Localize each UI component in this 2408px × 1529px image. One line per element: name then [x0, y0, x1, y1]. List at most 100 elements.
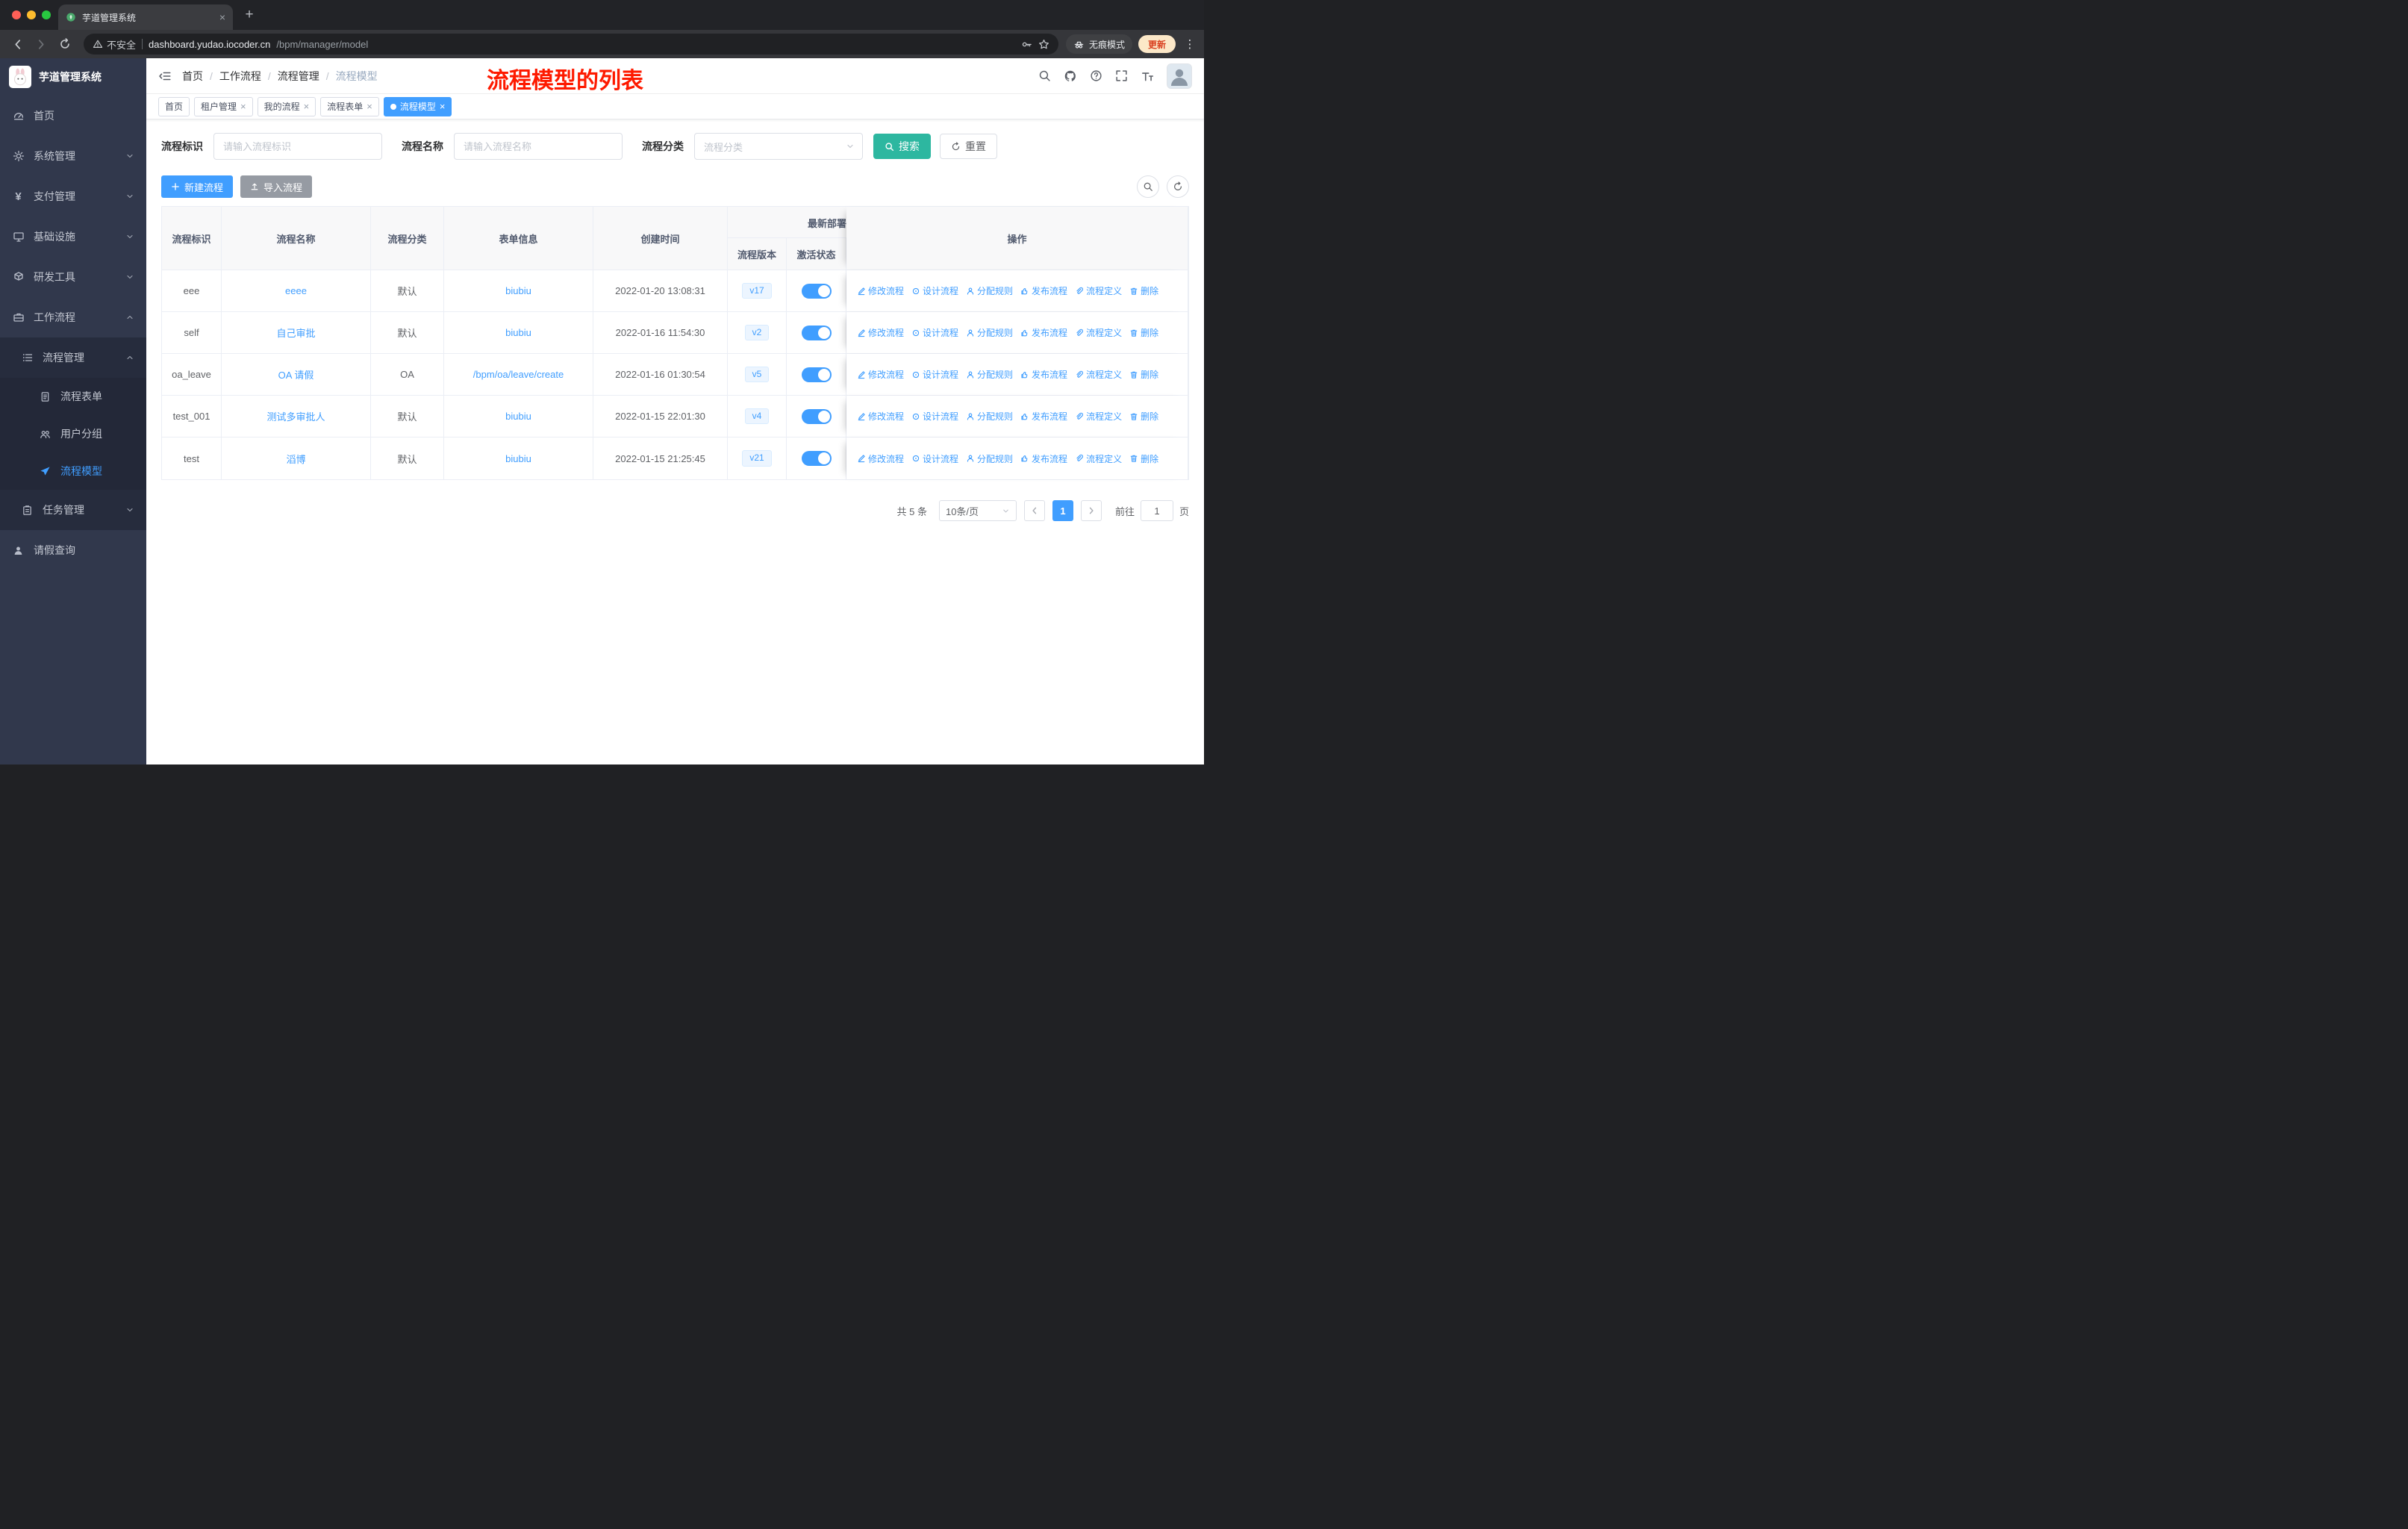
form-link[interactable]: biubiu — [505, 327, 531, 338]
op-edit-link[interactable]: 修改流程 — [857, 368, 904, 381]
reset-button[interactable]: 重置 — [940, 134, 997, 159]
sidebar-item-payment[interactable]: ¥ 支付管理 — [0, 176, 146, 217]
process-name-input[interactable] — [454, 133, 623, 160]
goto-page-input[interactable] — [1140, 500, 1173, 521]
reload-button[interactable] — [54, 33, 76, 55]
op-assign-link[interactable]: 分配规则 — [966, 452, 1013, 465]
breadcrumb-item[interactable]: 工作流程 — [219, 69, 261, 84]
op-del-link[interactable]: 删除 — [1129, 368, 1158, 381]
update-button[interactable]: 更新 — [1138, 35, 1176, 53]
breadcrumb-item[interactable]: 首页 — [182, 69, 203, 84]
op-edit-link[interactable]: 修改流程 — [857, 410, 904, 423]
search-button[interactable]: 搜索 — [873, 134, 931, 159]
sidebar-item-infrastructure[interactable]: 基础设施 — [0, 217, 146, 257]
form-link[interactable]: biubiu — [505, 453, 531, 464]
tag-process-model[interactable]: 流程模型 × — [383, 96, 452, 116]
sidebar-item-process-model[interactable]: 流程模型 — [0, 452, 146, 490]
process-name-link[interactable]: eeee — [285, 285, 307, 296]
op-assign-link[interactable]: 分配规则 — [966, 284, 1013, 297]
github-icon[interactable] — [1064, 69, 1077, 83]
op-def-link[interactable]: 流程定义 — [1075, 452, 1122, 465]
sidebar-item-process-form[interactable]: 流程表单 — [0, 378, 146, 415]
current-page[interactable]: 1 — [1052, 500, 1073, 521]
close-icon[interactable]: × — [304, 102, 310, 111]
key-icon[interactable] — [1021, 39, 1032, 50]
op-del-link[interactable]: 删除 — [1129, 284, 1158, 297]
op-assign-link[interactable]: 分配规则 — [966, 326, 1013, 339]
op-edit-link[interactable]: 修改流程 — [857, 452, 904, 465]
active-toggle[interactable] — [801, 325, 832, 340]
process-name-link[interactable]: OA 请假 — [278, 367, 314, 382]
tag-home[interactable]: 首页 — [158, 96, 190, 116]
create-process-button[interactable]: 新建流程 — [161, 175, 234, 198]
sidebar-item-leave-query[interactable]: 请假查询 — [0, 530, 146, 570]
op-deploy-link[interactable]: 发布流程 — [1020, 368, 1067, 381]
new-tab-button[interactable]: + — [239, 4, 260, 25]
active-toggle[interactable] — [801, 451, 832, 466]
close-icon[interactable]: × — [240, 102, 246, 111]
form-link[interactable]: /bpm/oa/leave/create — [473, 369, 564, 380]
op-def-link[interactable]: 流程定义 — [1075, 368, 1122, 381]
op-deploy-link[interactable]: 发布流程 — [1020, 284, 1067, 297]
active-toggle[interactable] — [801, 408, 832, 424]
sidebar-item-home[interactable]: 首页 — [0, 96, 146, 136]
app-logo[interactable]: 芋道管理系统 — [0, 58, 146, 96]
close-icon[interactable]: × — [366, 102, 372, 111]
op-del-link[interactable]: 删除 — [1129, 452, 1158, 465]
op-deploy-link[interactable]: 发布流程 — [1020, 326, 1067, 339]
op-design-link[interactable]: 设计流程 — [911, 326, 958, 339]
back-button[interactable] — [6, 33, 28, 55]
category-select[interactable]: 流程分类 — [694, 133, 863, 160]
browser-tab[interactable]: 芋道管理系统 × — [58, 4, 233, 30]
zoom-window-button[interactable] — [42, 10, 51, 19]
url-bar[interactable]: 不安全 dashboard.yudao.iocoder.cn/bpm/manag… — [84, 34, 1058, 55]
form-link[interactable]: biubiu — [505, 285, 531, 296]
op-design-link[interactable]: 设计流程 — [911, 284, 958, 297]
op-edit-link[interactable]: 修改流程 — [857, 284, 904, 297]
tag-tenant[interactable]: 租户管理 × — [194, 96, 253, 116]
op-deploy-link[interactable]: 发布流程 — [1020, 410, 1067, 423]
close-window-button[interactable] — [12, 10, 21, 19]
prev-page-button[interactable] — [1023, 500, 1045, 521]
forward-button[interactable] — [30, 33, 52, 55]
tag-my-process[interactable]: 我的流程 × — [257, 96, 316, 116]
page-size-select[interactable]: 10条/页 — [938, 500, 1017, 521]
op-deploy-link[interactable]: 发布流程 — [1020, 452, 1067, 465]
sidebar-item-system[interactable]: 系统管理 — [0, 136, 146, 176]
op-design-link[interactable]: 设计流程 — [911, 452, 958, 465]
op-def-link[interactable]: 流程定义 — [1075, 326, 1122, 339]
toggle-search-button[interactable] — [1137, 175, 1159, 198]
tag-process-form[interactable]: 流程表单 × — [320, 96, 379, 116]
form-link[interactable]: biubiu — [505, 411, 531, 422]
fullscreen-icon[interactable] — [1115, 69, 1128, 82]
op-del-link[interactable]: 删除 — [1129, 410, 1158, 423]
sidebar-collapse-icon[interactable] — [158, 69, 172, 83]
op-edit-link[interactable]: 修改流程 — [857, 326, 904, 339]
active-toggle[interactable] — [801, 367, 832, 382]
close-icon[interactable]: × — [440, 102, 446, 111]
op-design-link[interactable]: 设计流程 — [911, 410, 958, 423]
security-chip[interactable]: 不安全 — [93, 37, 136, 52]
sidebar-item-user-group[interactable]: 用户分组 — [0, 415, 146, 452]
op-def-link[interactable]: 流程定义 — [1075, 284, 1122, 297]
op-del-link[interactable]: 删除 — [1129, 326, 1158, 339]
sidebar-item-devtools[interactable]: 研发工具 — [0, 257, 146, 297]
font-size-icon[interactable] — [1141, 69, 1154, 83]
sidebar-item-workflow[interactable]: 工作流程 — [0, 297, 146, 337]
op-assign-link[interactable]: 分配规则 — [966, 410, 1013, 423]
import-process-button[interactable]: 导入流程 — [240, 175, 313, 198]
tab-close-icon[interactable]: × — [219, 11, 225, 23]
breadcrumb-item[interactable]: 流程管理 — [278, 69, 319, 84]
refresh-table-button[interactable] — [1167, 175, 1189, 198]
op-design-link[interactable]: 设计流程 — [911, 368, 958, 381]
process-name-link[interactable]: 自己审批 — [276, 326, 315, 340]
minimize-window-button[interactable] — [27, 10, 36, 19]
help-icon[interactable] — [1090, 69, 1102, 82]
process-key-input[interactable] — [213, 133, 382, 160]
next-page-button[interactable] — [1080, 500, 1102, 521]
bookmark-star-icon[interactable] — [1038, 39, 1049, 50]
op-def-link[interactable]: 流程定义 — [1075, 410, 1122, 423]
browser-menu-icon[interactable]: ⋮ — [1182, 37, 1198, 51]
user-avatar[interactable] — [1167, 63, 1192, 89]
sidebar-item-process-management[interactable]: 流程管理 — [0, 337, 146, 378]
